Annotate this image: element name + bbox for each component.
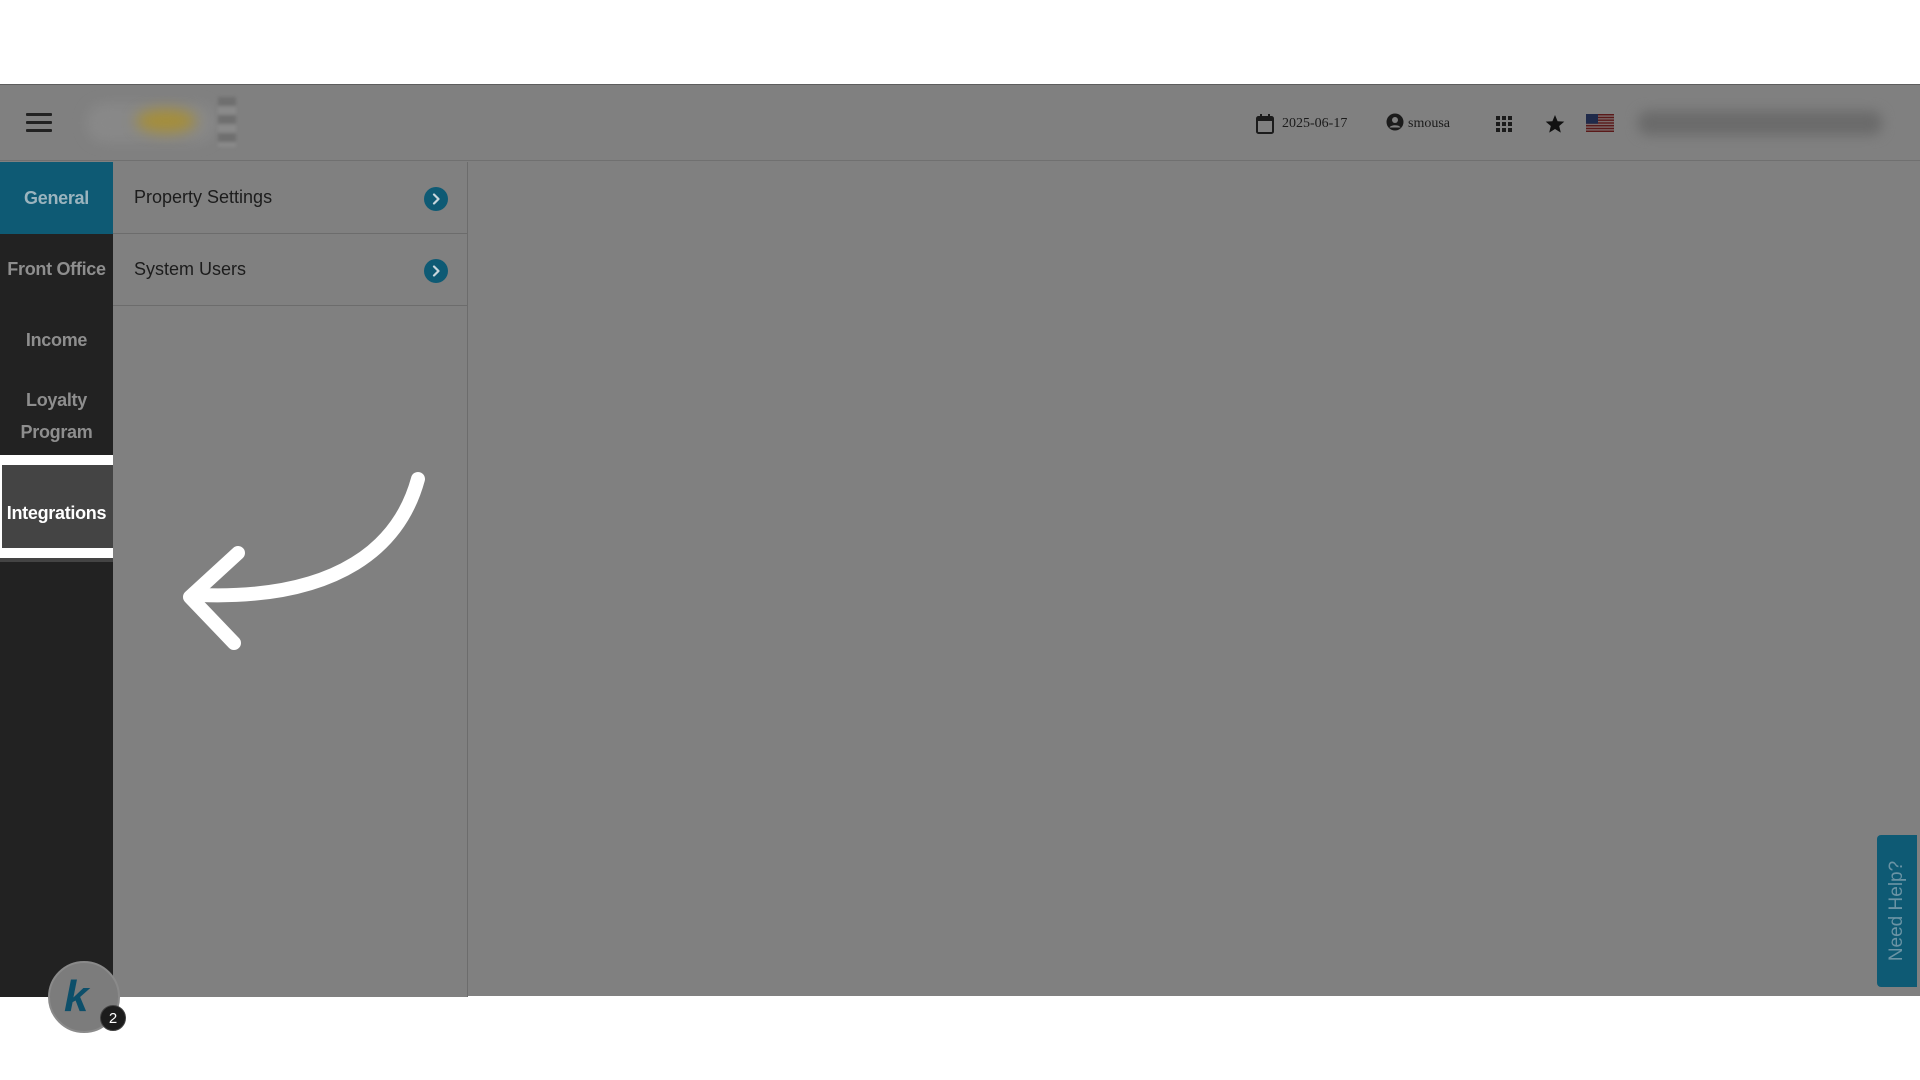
date-text: 2025-06-17 (1282, 116, 1348, 131)
user-circle-icon (1386, 113, 1404, 136)
left-rail: General Front Office Income Loyalty Prog… (0, 162, 113, 997)
submenu-item-label: Property Settings (134, 187, 273, 207)
chevron-right-circle-icon (424, 259, 448, 283)
hotel-name-blurred[interactable] (1638, 111, 1882, 135)
submenu-item-property-settings[interactable]: Property Settings (113, 162, 468, 234)
star-icon[interactable] (1544, 113, 1566, 135)
rail-item-general[interactable]: General (0, 162, 113, 234)
submenu-panel: Property Settings System Users (113, 162, 468, 997)
notification-count-badge: 2 (100, 1005, 126, 1031)
rail-item-income[interactable]: Income (0, 304, 113, 376)
username: smousa (1408, 116, 1450, 131)
need-help-button[interactable]: Need Help? (1877, 835, 1917, 987)
calendar-icon (1256, 114, 1274, 134)
rail-item-front-office[interactable]: Front Office (0, 234, 113, 304)
need-help-label: Need Help? (1886, 860, 1907, 962)
top-bar: 2025-06-17 smousa (0, 85, 1920, 161)
k-logo-icon: k (64, 972, 89, 1021)
hamburger-menu-icon[interactable] (26, 113, 52, 133)
grid-apps-icon[interactable] (1493, 113, 1515, 135)
app-window: 2025-06-17 smousa General Front Office I… (0, 84, 1920, 1033)
user-menu[interactable]: smousa (1386, 113, 1450, 135)
chevron-right-circle-icon (424, 187, 448, 211)
submenu-item-system-users[interactable]: System Users (113, 234, 468, 306)
company-logo[interactable] (86, 97, 236, 147)
us-flag-icon[interactable] (1586, 114, 1614, 132)
business-date[interactable]: 2025-06-17 (1256, 113, 1347, 135)
rail-item-loyalty-program[interactable]: Loyalty Program (0, 376, 113, 456)
rail-item-integrations[interactable]: Integrations (0, 464, 113, 562)
submenu-item-label: System Users (134, 259, 247, 279)
